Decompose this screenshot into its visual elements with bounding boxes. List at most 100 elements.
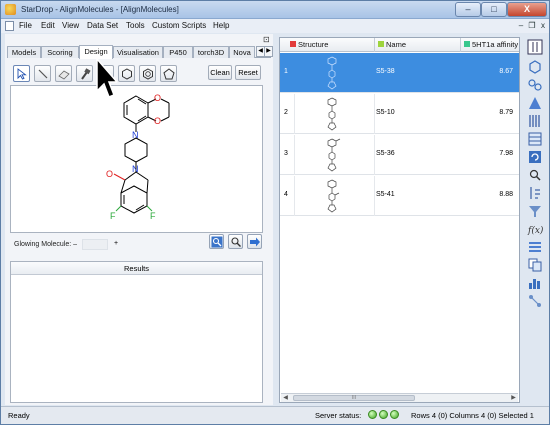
column-divider[interactable] [460, 38, 461, 52]
column-header-structure[interactable]: Structure [298, 40, 328, 49]
menu-tools[interactable]: Tools [126, 21, 145, 30]
sort-icon[interactable] [527, 185, 543, 201]
search-structure-button[interactable] [209, 234, 224, 249]
row-number: 1 [284, 68, 288, 75]
horizontal-scrollbar[interactable]: ◀ III ▶ [281, 393, 518, 402]
zoom-button[interactable] [228, 234, 243, 249]
tab-models[interactable]: Models [7, 46, 41, 58]
chart-icon[interactable] [527, 275, 543, 291]
triangle-tool-icon[interactable] [527, 95, 543, 111]
molecule-structure: O O N N O F F [106, 93, 170, 221]
menu-file[interactable]: File [19, 21, 32, 30]
grid-layout-icon[interactable] [527, 239, 543, 255]
document-icon [5, 21, 14, 31]
hammer-icon [81, 68, 91, 80]
connector-icon[interactable] [527, 293, 543, 309]
hexagon-ring-button[interactable] [118, 65, 135, 82]
table-row[interactable]: 4 S5-41 8.88 [280, 176, 519, 216]
export-arrow-button[interactable] [247, 234, 262, 249]
pentagon-icon [163, 68, 175, 80]
table-row[interactable]: 1 S5-38 8.67 [280, 53, 519, 93]
pin-icon[interactable]: ⊡ [263, 35, 270, 44]
table-icon[interactable] [527, 131, 543, 147]
scroll-left-button[interactable]: ◀ [281, 394, 290, 402]
panel-splitter[interactable] [274, 34, 278, 405]
server-status-label: Server status: [315, 411, 362, 420]
row-affinity: 7.98 [499, 150, 513, 157]
row-number: 3 [284, 150, 288, 157]
atom-n-1: N [132, 130, 139, 140]
columns-view-icon[interactable] [527, 39, 543, 55]
mdi-minimize-button[interactable]: – [516, 21, 526, 31]
status-bar: Ready Server status: Rows 4 (0) Columns … [1, 406, 549, 424]
function-icon[interactable]: f(x) [527, 221, 543, 237]
molecule-sketch-canvas[interactable]: O O N N O F F [10, 85, 263, 233]
filter-icon[interactable] [527, 203, 543, 219]
svg-text:f(x): f(x) [527, 225, 543, 236]
tab-scroll-right-button[interactable]: ▶ [264, 46, 273, 57]
row-name: S5-41 [376, 191, 395, 198]
cell-divider [294, 176, 295, 216]
right-toolbar: f(x) [523, 37, 547, 367]
atom-f-1: F [110, 211, 116, 221]
window-title: StarDrop - AlignMolecules - [AlignMolecu… [21, 5, 179, 14]
benzene-ring-button[interactable] [139, 65, 156, 82]
glowing-molecule-plus[interactable]: + [114, 240, 118, 247]
minimize-button[interactable]: – [455, 2, 481, 17]
mdi-restore-button[interactable]: ❐ [527, 21, 537, 31]
tab-scoring[interactable]: Scoring [41, 46, 79, 58]
cell-divider [374, 94, 375, 134]
table-row[interactable]: 3 S5-36 7.98 [280, 135, 519, 175]
maximize-button[interactable]: □ [481, 2, 507, 17]
pentagon-ring-button[interactable] [160, 65, 177, 82]
column-header-5ht1a-affinity[interactable]: 5HT1a affinity [472, 40, 518, 49]
eraser-tool-button[interactable] [55, 65, 72, 82]
mdi-close-button[interactable]: x [538, 21, 548, 31]
tab-nova[interactable]: Nova [229, 46, 255, 58]
close-button[interactable]: X [507, 2, 547, 17]
barcode-icon[interactable] [527, 113, 543, 129]
reset-button[interactable]: Reset [235, 65, 261, 80]
tab-visualisation[interactable]: Visualisation [113, 46, 163, 58]
magnifier-icon [231, 237, 241, 247]
cell-divider [374, 135, 375, 175]
glowing-molecule-row: Glowing Molecule: – + [10, 238, 263, 252]
table-row[interactable]: 2 S5-10 8.79 [280, 94, 519, 134]
menu-help[interactable]: Help [213, 21, 229, 30]
atom-o-ketone: O [106, 169, 113, 179]
scroll-grip: III [351, 395, 357, 401]
line-bond-icon [38, 69, 48, 79]
menu-edit[interactable]: Edit [41, 21, 55, 30]
cell-divider [374, 176, 375, 216]
select-tool-button[interactable] [13, 65, 30, 82]
scrollbar-thumb[interactable]: III [293, 395, 415, 401]
refresh-icon[interactable] [527, 149, 543, 165]
arrow-right-icon [250, 237, 260, 247]
molecule-view-icon[interactable] [527, 59, 543, 75]
tab-p450[interactable]: P450 [163, 46, 193, 58]
bond-tool-button[interactable] [34, 65, 51, 82]
chain-link-icon[interactable] [527, 77, 543, 93]
clean-button[interactable]: Clean [208, 65, 232, 80]
column-header-name[interactable]: Name [386, 40, 406, 49]
search-icon[interactable] [527, 167, 543, 183]
panel-tabs: Models Scoring Design Visualisation P450… [7, 45, 273, 59]
stardrop-logo-icon [5, 4, 16, 15]
grid-header: Structure Name 5HT1a affinity [280, 38, 519, 52]
tab-torch3d[interactable]: torch3D [193, 46, 229, 58]
cell-divider [294, 94, 295, 134]
menu-view[interactable]: View [62, 21, 79, 30]
affinity-column-color-icon [464, 41, 470, 47]
glowing-molecule-field[interactable] [82, 239, 108, 250]
title-bar: StarDrop - AlignMolecules - [AlignMolecu… [1, 1, 549, 19]
menu-data-set[interactable]: Data Set [87, 21, 118, 30]
server-status-light-icon [368, 410, 377, 419]
scroll-right-button[interactable]: ▶ [509, 394, 518, 402]
copy-icon[interactable] [527, 257, 543, 273]
column-divider[interactable] [374, 38, 375, 52]
chain-tool-button[interactable] [76, 65, 93, 82]
menu-custom-scripts[interactable]: Custom Scripts [152, 21, 206, 30]
glowing-molecule-label: Glowing Molecule: – [14, 241, 78, 248]
server-status-light-icon [390, 410, 399, 419]
row-number: 4 [284, 191, 288, 198]
